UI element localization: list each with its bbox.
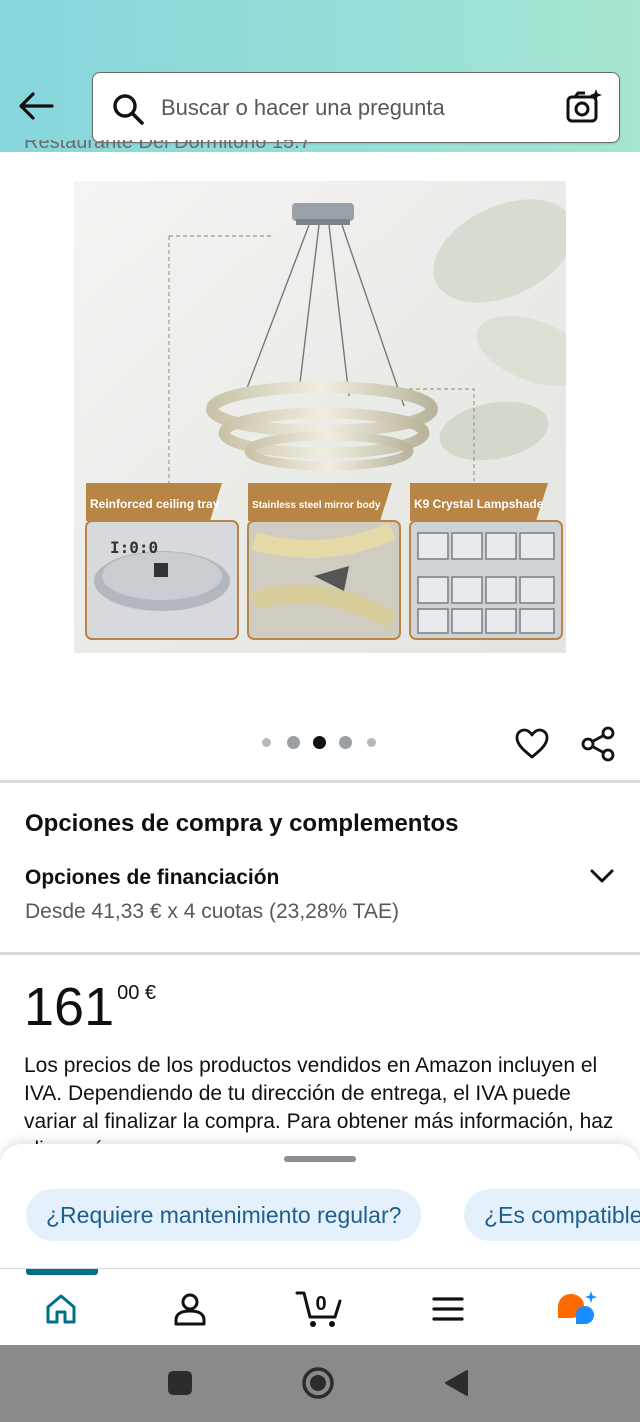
chandelier-image: Reinforced ceiling tray Stainless steel … [74, 181, 566, 653]
rufus-assistant-icon [558, 1291, 597, 1324]
buying-options-title: Opciones de compra y complementos [25, 810, 459, 837]
carousel-dot[interactable] [287, 736, 300, 749]
svg-text:I:0:0: I:0:0 [110, 538, 158, 557]
price-whole: 161 [24, 977, 115, 1037]
sheet-drag-handle[interactable] [284, 1156, 356, 1162]
recents-button[interactable] [160, 1363, 200, 1403]
nav-assistant[interactable] [547, 1281, 607, 1337]
top-header: Buscar o hacer una pregunta [0, 0, 640, 152]
label-mirror-body: Stainless steel mirror body [252, 500, 381, 511]
back-system-button[interactable] [436, 1363, 476, 1403]
back-arrow-icon [19, 92, 54, 120]
financing-summary: Desde 41,33 € x 4 cuotas (23,28% TAE) [25, 900, 399, 923]
nav-cart[interactable]: 0 [289, 1281, 349, 1337]
carousel-dot[interactable] [262, 738, 271, 747]
search-input[interactable]: Buscar o hacer una pregunta [161, 95, 445, 121]
search-icon [113, 94, 144, 125]
home-system-button[interactable] [298, 1363, 338, 1403]
nav-home[interactable] [31, 1281, 91, 1337]
user-icon [174, 1293, 206, 1326]
image-carousel-dots [262, 736, 376, 749]
camera-search-icon[interactable] [565, 88, 603, 126]
section-divider [0, 952, 640, 955]
suggestions-sheet: ¿Requiere mantenimiento regular? ¿Es com… [0, 1144, 640, 1270]
carousel-dot[interactable] [367, 738, 376, 747]
nav-account[interactable] [160, 1281, 220, 1337]
label-ceiling-tray: Reinforced ceiling tray [90, 497, 220, 511]
square-icon [168, 1371, 192, 1395]
triangle-back-icon [445, 1370, 468, 1396]
search-bar[interactable]: Buscar o hacer una pregunta [92, 72, 620, 143]
nav-menu[interactable] [418, 1281, 478, 1337]
back-button[interactable] [14, 84, 58, 128]
price: 161 00 € [24, 976, 156, 1038]
carousel-dot-active[interactable] [313, 736, 326, 749]
share-icon[interactable] [580, 726, 616, 762]
active-tab-indicator [26, 1269, 98, 1275]
bottom-nav: 0 [0, 1268, 640, 1345]
suggestion-chip[interactable]: ¿Es compatible con regulador? [464, 1189, 640, 1241]
chevron-down-icon[interactable] [588, 862, 616, 890]
price-fraction: 00 € [117, 982, 157, 1004]
product-title-partial: Restaurante Del Dormitorio 15.7 [24, 140, 311, 153]
system-navigation-bar [0, 1345, 640, 1422]
product-image[interactable]: Reinforced ceiling tray Stainless steel … [74, 181, 566, 653]
suggestion-chip[interactable]: ¿Requiere mantenimiento regular? [26, 1189, 422, 1241]
carousel-dot[interactable] [339, 736, 352, 749]
label-crystal-lampshade: K9 Crystal Lampshade [414, 497, 544, 511]
cart-count: 0 [315, 1293, 326, 1315]
section-divider [0, 780, 640, 783]
circle-icon [302, 1367, 334, 1399]
financing-options-title[interactable]: Opciones de financiación [25, 866, 279, 890]
home-icon [46, 1294, 76, 1324]
cart-icon: 0 [295, 1291, 342, 1327]
hamburger-menu-icon [432, 1297, 464, 1321]
wishlist-heart-icon[interactable] [514, 726, 550, 762]
